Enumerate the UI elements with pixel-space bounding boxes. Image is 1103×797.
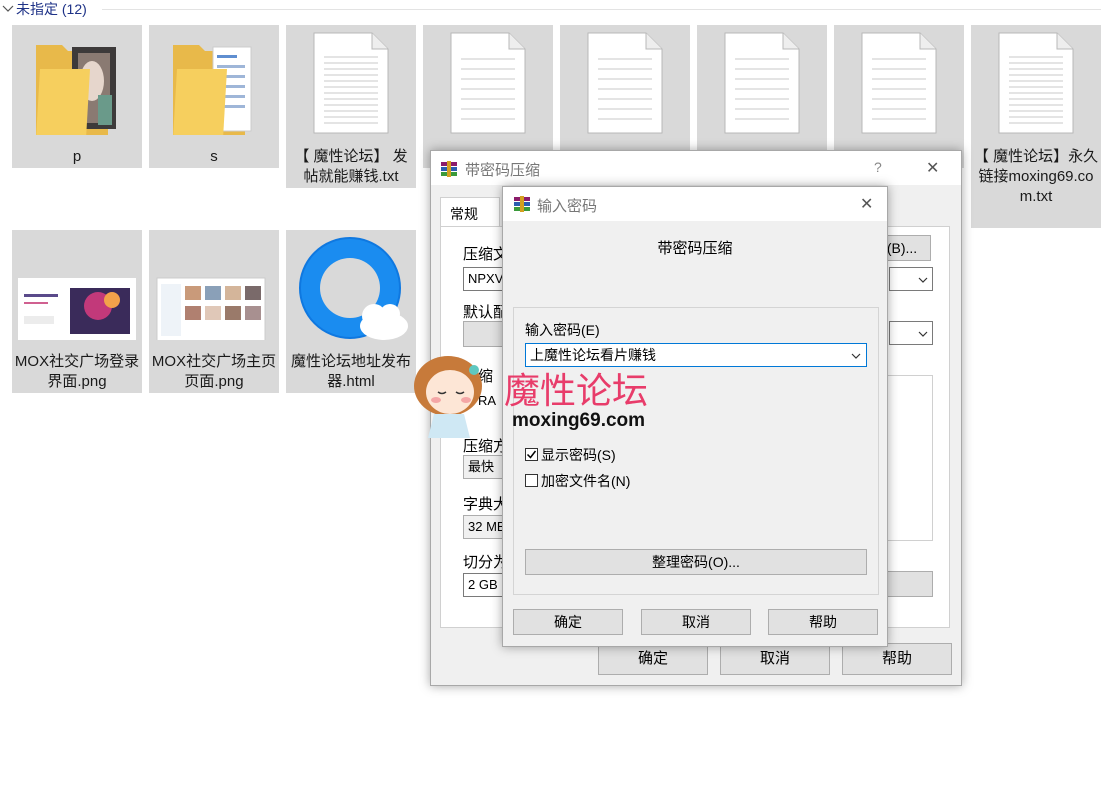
help-button[interactable]: 帮助	[842, 643, 952, 675]
image-thumbnail	[156, 277, 266, 340]
file-name: 【 魔性论坛】 发帖就能赚钱.txt	[294, 148, 408, 185]
chevron-down-icon	[918, 331, 928, 337]
file-item-txt[interactable]	[697, 25, 827, 168]
encrypt-filenames-checkbox[interactable]	[525, 474, 538, 487]
winrar-icon	[441, 161, 457, 177]
file-item-txt[interactable]	[834, 25, 964, 168]
label-password: 输入密码(E)	[525, 322, 600, 338]
chevron-down-icon	[918, 277, 928, 283]
text-document-icon	[724, 32, 800, 134]
update-mode-select[interactable]	[889, 267, 933, 291]
title-bar: 带密码压缩 ? ✕	[431, 151, 961, 185]
file-item-folder-s[interactable]: s	[149, 25, 279, 168]
dialog-heading: 带密码压缩	[657, 240, 733, 257]
text-document-icon	[998, 32, 1074, 134]
watermark-site: moxing69.com	[512, 410, 646, 431]
watermark-brand: 魔性论坛	[504, 371, 649, 412]
folder-icon	[36, 45, 116, 135]
folder-icon	[173, 45, 252, 135]
winrar-icon	[514, 196, 530, 212]
text-document-icon	[861, 32, 937, 134]
file-name: s	[210, 148, 218, 165]
ok-button[interactable]: 确定	[513, 609, 623, 635]
encrypt-filenames-label[interactable]: 加密文件名(N)	[541, 471, 630, 491]
group-divider	[102, 9, 1101, 10]
show-password-checkbox[interactable]	[525, 448, 538, 461]
file-item-txt[interactable]: 【 魔性论坛】 发帖就能赚钱.txt	[286, 25, 416, 188]
cancel-button[interactable]: 取消	[641, 609, 751, 635]
text-document-icon	[587, 32, 663, 134]
chevron-down-icon[interactable]	[851, 352, 861, 360]
file-item-png[interactable]: MOX社交广场登录界面.png	[12, 230, 142, 393]
help-button[interactable]: 帮助	[768, 609, 878, 635]
browser-icon	[299, 237, 408, 340]
file-item-txt[interactable]	[560, 25, 690, 168]
group-header[interactable]: 未指定 (12)	[0, 0, 1103, 20]
title-bar: 输入密码 ✕	[503, 187, 887, 221]
file-item-png[interactable]: MOX社交广场主页页面.png	[149, 230, 279, 393]
options-select[interactable]	[889, 321, 933, 345]
watermark: 魔性论坛 moxing69.com	[408, 348, 678, 448]
help-button[interactable]: ?	[874, 159, 882, 175]
file-name: 【 魔性论坛】永久链接moxing69.com.txt	[973, 148, 1099, 205]
show-password-label[interactable]: 显示密码(S)	[541, 445, 616, 465]
ok-button[interactable]: 确定	[598, 643, 708, 675]
mascot-logo	[414, 356, 482, 438]
dialog-title: 输入密码	[537, 198, 598, 215]
chevron-down-icon[interactable]	[2, 3, 14, 15]
file-item-txt[interactable]: 【 魔性论坛】永久链接moxing69.com.txt	[971, 25, 1101, 228]
cancel-button[interactable]: 取消	[720, 643, 830, 675]
checkmark-icon	[526, 450, 537, 459]
organize-passwords-button[interactable]: 整理密码(O)...	[525, 549, 867, 575]
file-name: MOX社交广场主页页面.png	[151, 353, 277, 390]
image-thumbnail	[18, 278, 136, 340]
group-title: 未指定 (12)	[16, 1, 87, 17]
file-name: p	[72, 148, 82, 165]
close-icon[interactable]: ✕	[860, 194, 873, 214]
text-document-icon	[450, 32, 526, 134]
file-name: MOX社交广场登录界面.png	[14, 353, 140, 390]
file-item-folder-p[interactable]: p	[12, 25, 142, 168]
file-item-txt[interactable]	[423, 25, 553, 168]
tab-general[interactable]: 常规	[440, 197, 500, 227]
file-item-html[interactable]: 魔性论坛地址发布器.html	[286, 230, 416, 393]
file-name: 魔性论坛地址发布器.html	[290, 353, 411, 390]
dialog-title: 带密码压缩	[465, 162, 541, 179]
text-document-icon	[313, 32, 389, 134]
close-icon[interactable]: ✕	[926, 158, 939, 178]
